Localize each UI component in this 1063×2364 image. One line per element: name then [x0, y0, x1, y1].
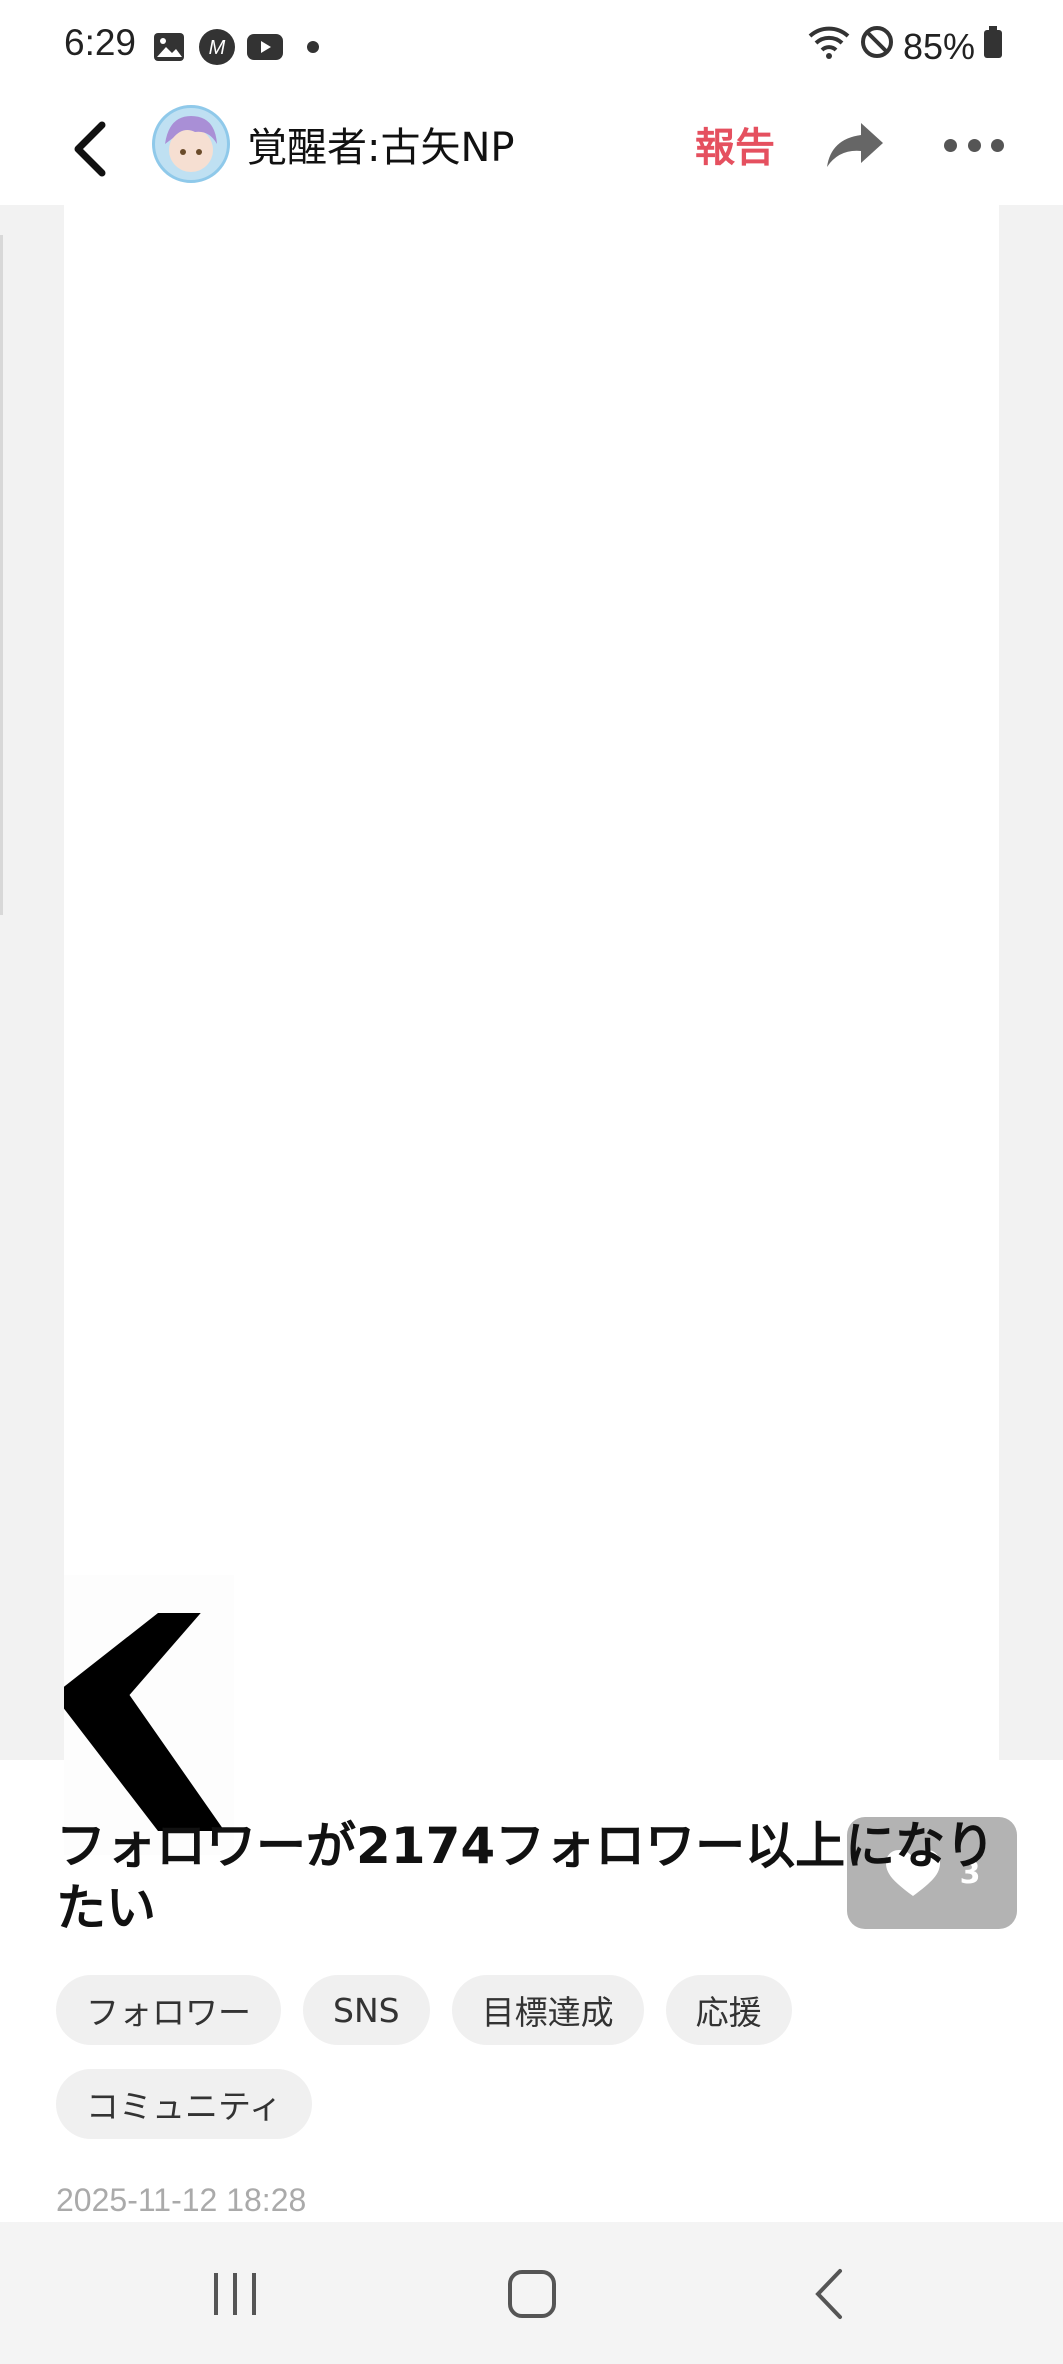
- back-icon: [815, 2269, 842, 2319]
- username[interactable]: 覚醒者:古矢NP: [247, 115, 515, 173]
- tag-chip[interactable]: 目標達成: [451, 1975, 644, 2045]
- post-image[interactable]: [64, 205, 999, 1760]
- report-button[interactable]: 報告: [695, 115, 775, 173]
- more-dot-icon: [967, 138, 981, 152]
- media-edge-divider: [0, 235, 3, 915]
- chevron-left-image: [53, 1575, 234, 1855]
- post-media: 3: [0, 205, 1063, 1929]
- tag-chip[interactable]: SNS: [303, 1975, 430, 2045]
- post-title: フォロワーが2174フォロワー以上になりたい: [56, 1817, 996, 1937]
- back-arrow-icon: [74, 121, 106, 177]
- system-back-button[interactable]: [790, 2262, 870, 2326]
- post-date: 2025-11-12 18:28: [56, 2182, 307, 2218]
- image-icon: [150, 28, 188, 66]
- recents-button[interactable]: [195, 2262, 275, 2326]
- m-app-icon: M: [198, 28, 236, 66]
- more-dot-icon: [944, 138, 957, 152]
- battery-icon: [983, 25, 1003, 68]
- youtube-icon: [246, 28, 284, 66]
- do-not-disturb-icon: [859, 24, 895, 69]
- dot-icon: [294, 28, 332, 66]
- tag-chip[interactable]: 応援: [665, 1975, 792, 2045]
- battery-percent: 85%: [902, 25, 975, 67]
- status-time: 6:29: [64, 22, 137, 63]
- tag-chip[interactable]: コミュニティ: [56, 2069, 313, 2139]
- notification-icons: M: [150, 28, 332, 66]
- back-button[interactable]: [60, 109, 120, 189]
- recents-icon: [214, 2273, 256, 2315]
- share-button[interactable]: [823, 113, 887, 177]
- more-options-button[interactable]: [944, 119, 1004, 171]
- status-right: 85%: [807, 24, 1003, 69]
- status-bar: 6:29 M 85%: [0, 0, 1063, 95]
- tag-list: フォロワー SNS 目標達成 応援 コミュニティ: [56, 1975, 1006, 2139]
- system-nav-bar: [0, 2222, 1063, 2364]
- home-button[interactable]: [492, 2262, 572, 2326]
- wifi-icon: [807, 24, 851, 69]
- avatar[interactable]: [152, 105, 230, 183]
- home-icon: [508, 2270, 556, 2318]
- share-arrow-icon: [827, 123, 883, 167]
- tag-chip[interactable]: フォロワー: [56, 1975, 281, 2045]
- svg-text:M: M: [209, 37, 226, 59]
- app-bar: 覚醒者:古矢NP 報告: [0, 95, 1063, 205]
- more-dot-icon: [991, 138, 1004, 152]
